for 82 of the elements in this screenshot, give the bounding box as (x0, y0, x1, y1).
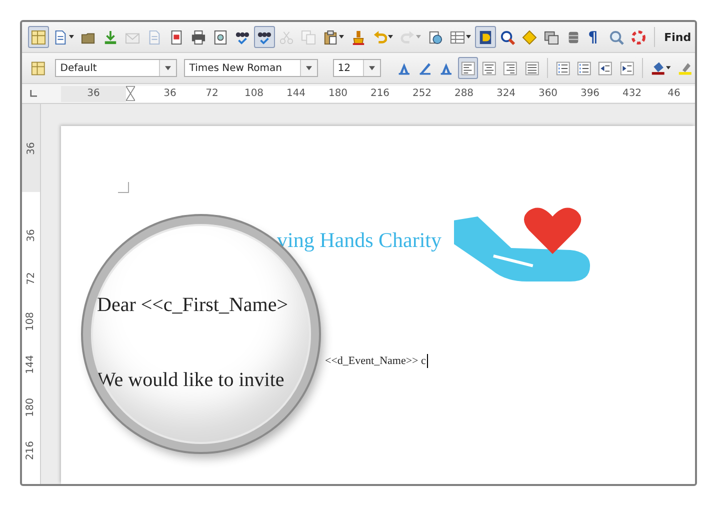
dropdown-arrow-icon (388, 35, 394, 39)
ruler-label: 288 (453, 88, 475, 99)
ruler-label: 144 (285, 88, 307, 99)
align-right-icon (503, 60, 518, 76)
find-replace-icon (500, 30, 516, 44)
copy-icon (300, 30, 316, 44)
printer-icon (190, 30, 206, 44)
spelling-icon (256, 30, 272, 44)
ruler-label: 108 (243, 88, 265, 99)
lifebuoy-icon (631, 30, 646, 44)
save-icon (102, 30, 118, 44)
dropdown-arrow-icon (165, 66, 172, 70)
text-cursor (426, 354, 428, 368)
ruler-label: 324 (495, 88, 517, 99)
ruler-label: 36 (61, 86, 126, 102)
merge-field-text: <<d_Event_Name>> c (325, 355, 426, 367)
layout-icon (31, 30, 46, 44)
pilcrow-button[interactable]: ¶ (585, 26, 606, 48)
paragraph-style-dropdown[interactable]: Default (55, 59, 178, 77)
fontwork-icon (439, 60, 454, 76)
diamond-icon (522, 30, 538, 44)
bullet-list-icon (577, 60, 592, 76)
paste-icon (322, 30, 338, 44)
align-left-button[interactable] (458, 57, 478, 79)
align-center-icon (482, 60, 496, 76)
align-left-icon (460, 60, 476, 76)
ruler-label: 46 (666, 88, 682, 99)
outdent-icon (598, 60, 613, 76)
table-icon (450, 30, 466, 44)
dropdown-arrow-icon (338, 35, 344, 39)
ruler-label: 216 (369, 88, 391, 99)
tab-stop-icon (30, 90, 37, 97)
layout-icon (31, 60, 46, 76)
ruler-label: 252 (411, 88, 433, 99)
brush-icon (350, 30, 366, 44)
navigator-button[interactable] (475, 26, 496, 48)
ruler-label: 72 (204, 88, 220, 99)
dropdown-arrow-icon (466, 35, 472, 39)
ruler-label: 180 (327, 88, 349, 99)
globe-icon (428, 30, 444, 44)
font-name-dropdown[interactable]: Times New Roman (184, 59, 318, 77)
ruler-label: 180 (26, 398, 36, 418)
find-button[interactable]: Find (660, 30, 695, 44)
page-icon (168, 30, 184, 44)
highlighter-icon (678, 60, 692, 76)
document-icon (146, 30, 162, 44)
indent-icon (620, 60, 634, 76)
dropdown-arrow-icon (416, 35, 422, 39)
ruler-label: 144 (26, 354, 36, 374)
dropdown-arrow-icon (68, 35, 74, 39)
dropdown-arrow-icon (306, 66, 312, 70)
layout-button[interactable] (28, 26, 49, 48)
ruler-label: 432 (621, 88, 643, 99)
spelling-button[interactable] (254, 26, 275, 48)
dropdown-arrow-icon (666, 66, 671, 70)
navigator-icon (478, 30, 494, 44)
dropdown-arrow-icon (368, 66, 375, 70)
document-icon (52, 30, 68, 44)
paint-bucket-icon (650, 60, 665, 76)
numbered-list-icon (556, 60, 570, 76)
ruler-label: 36 (162, 88, 178, 99)
ruler-label: 360 (537, 88, 559, 99)
print-preview-icon (212, 30, 228, 44)
gallery-icon (544, 30, 560, 44)
ruler-label: 108 (26, 312, 36, 332)
font-size-dropdown[interactable]: 12 (332, 59, 381, 77)
fontwork-icon (418, 60, 432, 76)
zoom-icon (609, 30, 624, 44)
ruler-label: 216 (26, 440, 36, 460)
ruler-label: 396 (579, 88, 601, 99)
spelling-icon (234, 30, 250, 44)
cut-icon (278, 30, 294, 44)
text-boundary-mark (118, 182, 129, 193)
ruler-label: 36 (26, 229, 36, 242)
ruler-label: 36 (26, 142, 36, 154)
ruler-label: 72 (26, 272, 36, 285)
justify-icon (524, 60, 539, 76)
undo-icon (372, 30, 388, 44)
redo-icon (400, 30, 416, 44)
magnified-text: Dear <<c_First_Name> (97, 294, 288, 317)
document-heading: ving Hands Charity (277, 228, 442, 253)
fontwork-icon (396, 60, 412, 76)
